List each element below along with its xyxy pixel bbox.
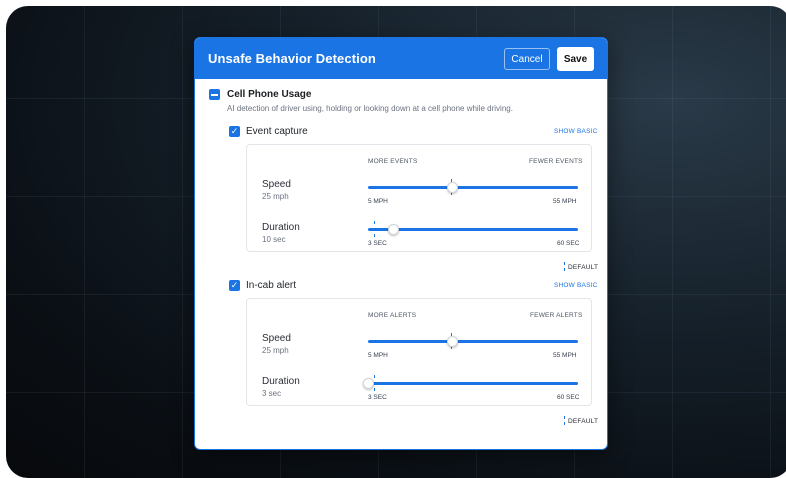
default-marker	[374, 234, 375, 237]
dialog-header: Unsafe Behavior Detection Cancel Save	[195, 38, 607, 79]
default-marker	[374, 375, 375, 378]
save-button[interactable]: Save	[557, 47, 594, 71]
unsafe-behavior-dialog: Unsafe Behavior Detection Cancel Save Ce…	[194, 37, 608, 450]
section-title: Cell Phone Usage	[227, 89, 312, 100]
background: Unsafe Behavior Detection Cancel Save Ce…	[6, 6, 786, 478]
duration-min: 3 SEC	[368, 394, 387, 401]
event-capture-panel: MORE EVENTS FEWER EVENTS Speed 25 mph 5 …	[246, 144, 592, 252]
slider-track[interactable]	[368, 382, 578, 385]
in-cab-alert-default: DEFAULT	[568, 418, 599, 425]
more-events-heading: MORE EVENTS	[368, 158, 418, 165]
cell-phone-usage-checkbox[interactable]	[209, 89, 220, 100]
duration-label: Duration	[262, 222, 300, 233]
duration-max: 60 SEC	[557, 240, 580, 247]
speed-max: 55 MPH	[553, 352, 577, 359]
default-indicator-icon	[564, 416, 565, 425]
default-marker	[374, 388, 375, 391]
slider-track[interactable]	[368, 186, 578, 189]
speed-value: 25 mph	[262, 192, 289, 201]
fewer-events-heading: FEWER EVENTS	[529, 158, 583, 165]
duration-value: 3 sec	[262, 389, 282, 398]
checkmark-icon: ✓	[230, 126, 239, 136]
speed-min: 5 MPH	[368, 198, 388, 205]
speed-label: Speed	[262, 333, 291, 344]
slider-handle[interactable]	[363, 378, 374, 389]
slider-handle[interactable]	[447, 336, 458, 347]
duration-value: 10 sec	[262, 235, 286, 244]
section-description: AI detection of driver using, holding or…	[227, 104, 513, 113]
speed-label: Speed	[262, 179, 291, 190]
speed-min: 5 MPH	[368, 352, 388, 359]
event-capture-label: Event capture	[246, 126, 308, 137]
slider-handle[interactable]	[388, 224, 400, 235]
event-capture-checkbox[interactable]: ✓	[229, 126, 240, 137]
duration-min: 3 SEC	[368, 240, 387, 247]
in-cab-alert-label: In-cab alert	[246, 280, 297, 291]
default-indicator-icon	[564, 262, 565, 271]
dialog-title: Unsafe Behavior Detection	[208, 51, 376, 66]
slider-handle[interactable]	[447, 182, 458, 193]
duration-max: 60 SEC	[557, 394, 580, 401]
in-cab-alert-panel: MORE ALERTS FEWER ALERTS Speed 25 mph 5 …	[246, 298, 592, 406]
duration-label: Duration	[262, 376, 300, 387]
event-capture-default: DEFAULT	[568, 264, 599, 271]
default-marker	[374, 221, 375, 224]
in-cab-alert-checkbox[interactable]: ✓	[229, 280, 240, 291]
in-cab-alert-show-basic-link[interactable]: SHOW BASIC	[554, 282, 598, 289]
fewer-alerts-heading: FEWER ALERTS	[530, 312, 583, 319]
more-alerts-heading: MORE ALERTS	[368, 312, 417, 319]
event-capture-show-basic-link[interactable]: SHOW BASIC	[554, 128, 598, 135]
slider-track[interactable]	[368, 340, 578, 343]
slider-track[interactable]	[368, 228, 578, 231]
speed-value: 25 mph	[262, 346, 289, 355]
cancel-button[interactable]: Cancel	[504, 48, 550, 70]
speed-max: 55 MPH	[553, 198, 577, 205]
checkmark-icon: ✓	[230, 280, 239, 290]
